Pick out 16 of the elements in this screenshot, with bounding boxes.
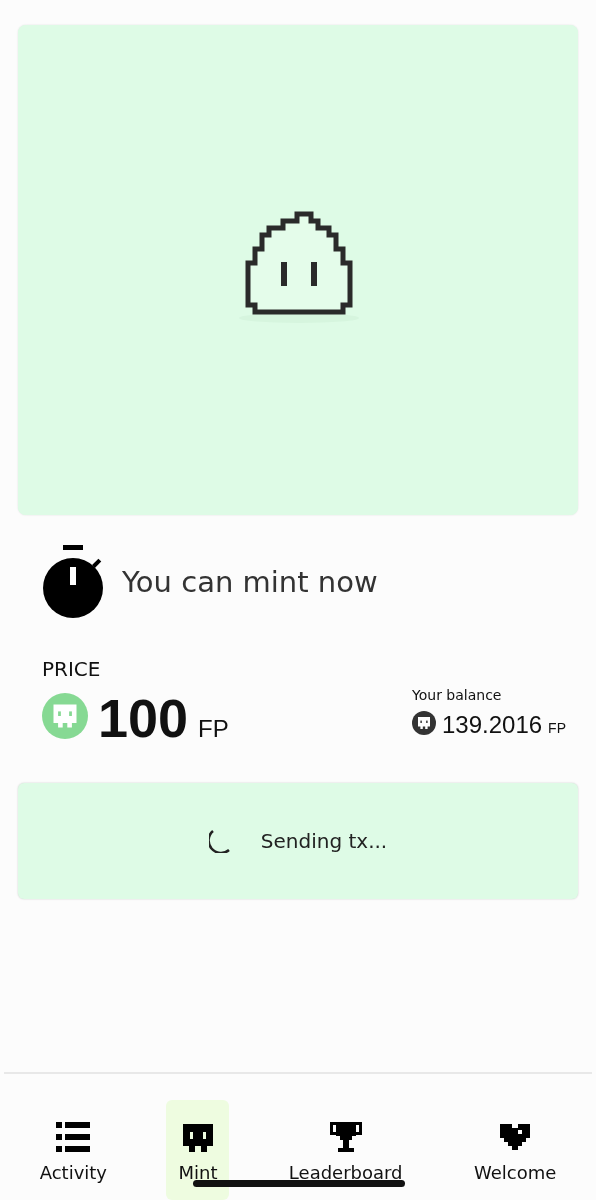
mint-status: You can mint now bbox=[122, 565, 378, 599]
stopwatch-icon bbox=[42, 545, 104, 619]
nav-tab[interactable]: Welcome bbox=[461, 1100, 569, 1200]
balance-label: Your balance bbox=[412, 687, 503, 703]
price-label: PRICE bbox=[42, 657, 102, 681]
mint-button[interactable]: Sending tx... bbox=[18, 783, 578, 899]
skull-icon bbox=[42, 693, 88, 739]
list-icon bbox=[54, 1120, 93, 1154]
skull-icon bbox=[412, 711, 436, 735]
price-amount: 100 bbox=[98, 687, 189, 749]
nav-tab[interactable]: Leaderboard bbox=[276, 1100, 415, 1200]
price-unit: FP bbox=[198, 715, 229, 743]
nav-tab[interactable]: Activity bbox=[27, 1100, 120, 1200]
balance-unit: FP bbox=[548, 720, 566, 736]
nav-tab[interactable]: Mint bbox=[166, 1100, 230, 1200]
balance-amount: 139.2016 bbox=[442, 711, 543, 739]
